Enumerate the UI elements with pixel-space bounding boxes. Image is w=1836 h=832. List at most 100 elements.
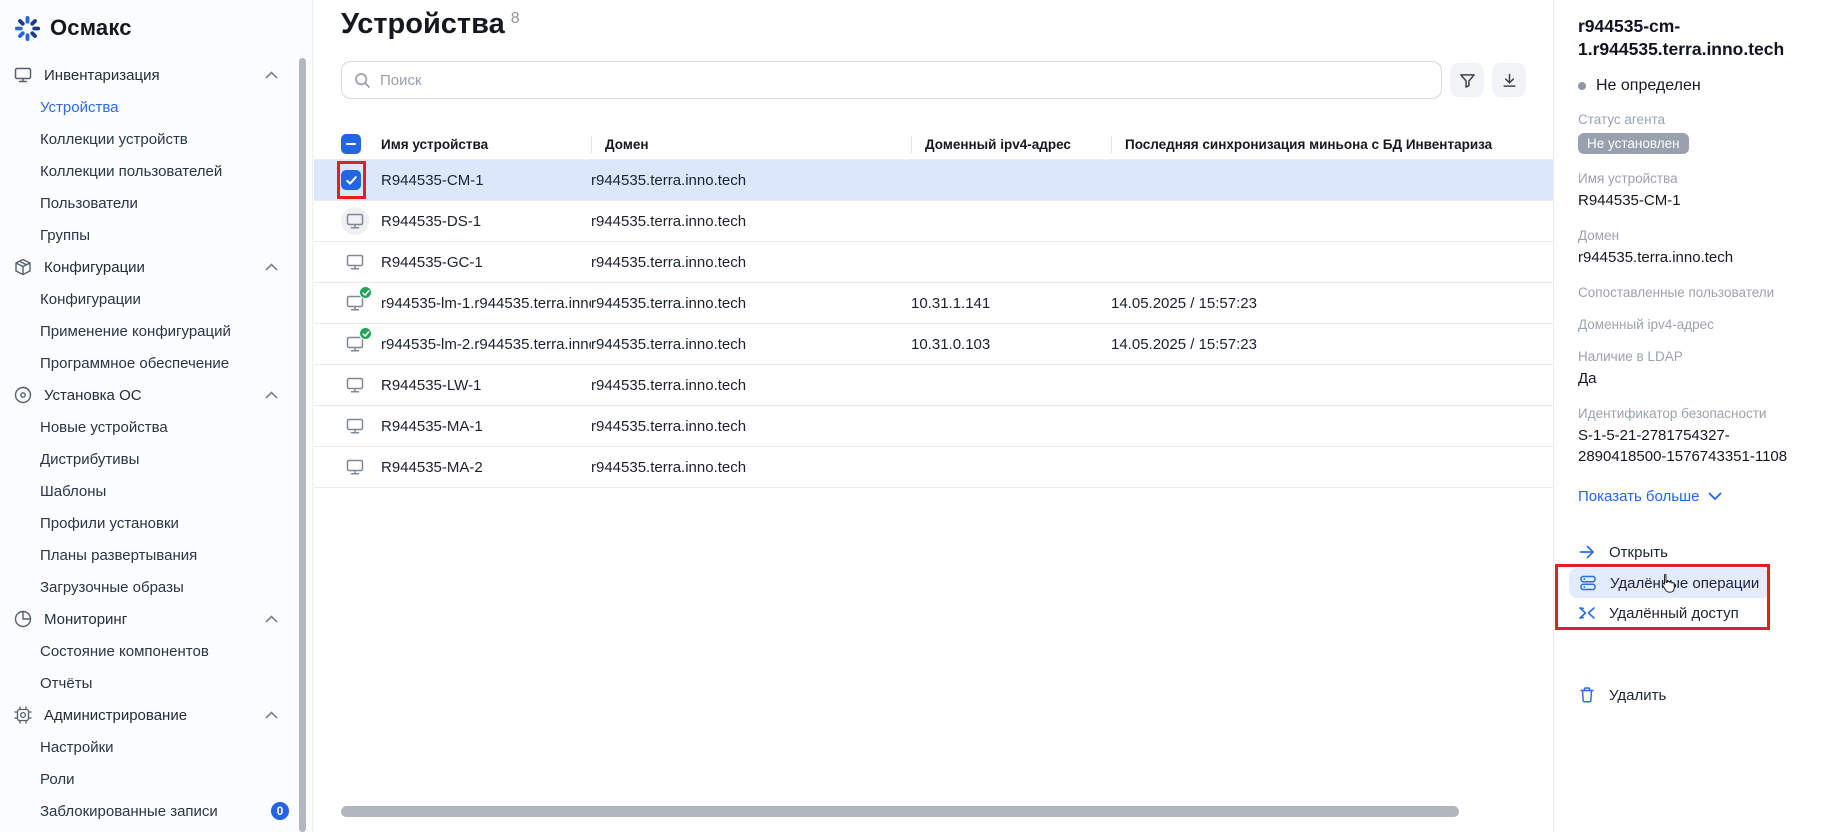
status-text: Не определен	[1596, 77, 1701, 95]
sidebar-item-label: Заблокированные записи	[40, 802, 218, 820]
disc-icon	[13, 385, 33, 405]
sidebar-item[interactable]: Заблокированные записи 0	[0, 795, 312, 827]
app-logo-icon	[14, 15, 41, 41]
sidebar-item[interactable]: Роли	[0, 763, 312, 795]
sidebar-item[interactable]: Применение конфигураций	[0, 315, 312, 347]
cell-device-name: R944535-CM-1	[381, 171, 484, 189]
online-check-icon	[359, 327, 372, 340]
sidebar-item-label: Роли	[40, 770, 75, 788]
package-icon	[13, 257, 33, 277]
chevron-up-icon[interactable]	[265, 391, 278, 399]
sidebar-section-package[interactable]: Конфигурации	[0, 251, 312, 283]
column-header-domain[interactable]: Домен	[591, 135, 911, 153]
sidebar-item-label: Состояние компонентов	[40, 642, 209, 660]
sidebar-item[interactable]: Конфигурации	[0, 283, 312, 315]
cell-device-name: R944535-LW-1	[381, 376, 482, 394]
search-box[interactable]	[341, 61, 1442, 99]
delete-action-label: Удалить	[1609, 686, 1667, 704]
cell-device-name: R944535-MA-1	[381, 417, 483, 435]
cell-sync: 14.05.2025 / 15:57:23	[1111, 294, 1257, 312]
cell-domain: r944535.terra.inno.tech	[591, 335, 747, 353]
sidebar-section-pie-chart[interactable]: Мониторинг	[0, 603, 312, 635]
row-checkbox[interactable]	[341, 170, 361, 190]
cell-domain: r944535.terra.inno.tech	[591, 253, 747, 271]
sidebar-item[interactable]: Коллекции устройств	[0, 123, 312, 155]
delete-action[interactable]: Удалить	[1554, 680, 1836, 710]
toolbar	[341, 61, 1526, 99]
chevron-up-icon[interactable]	[265, 263, 278, 271]
device-monitor-icon	[341, 412, 369, 440]
select-all-checkbox[interactable]	[341, 134, 361, 154]
app-logo: Осмакс	[0, 0, 312, 46]
column-header-ip[interactable]: Доменный ipv4-адрес	[911, 135, 1111, 153]
cell-ip: 10.31.0.103	[911, 335, 991, 353]
agent-status-badge: Не установлен	[1578, 133, 1689, 155]
table-row[interactable]: r944535-lm-1.r944535.terra.inno.tech r94…	[314, 283, 1553, 324]
field-label: Наличие в LDAP	[1578, 349, 1683, 365]
column-header-sync[interactable]: Последняя синхронизация миньона с БД Инв…	[1111, 135, 1553, 153]
online-check-icon	[359, 286, 372, 299]
chevron-up-icon[interactable]	[265, 71, 278, 79]
sidebar-item[interactable]: Дистрибутивы	[0, 443, 312, 475]
table-row[interactable]: R944535-MA-1 r944535.terra.inno.tech	[314, 406, 1553, 447]
table-row[interactable]: R944535-GC-1 r944535.terra.inno.tech	[314, 242, 1553, 283]
sidebar-item[interactable]: Планы развертывания	[0, 539, 312, 571]
sidebar-item-label: Применение конфигураций	[40, 322, 231, 340]
sidebar-item[interactable]: Состояние компонентов	[0, 635, 312, 667]
sidebar-item[interactable]: Отчёты	[0, 667, 312, 699]
sidebar-section-chip[interactable]: Администрирование	[0, 699, 312, 731]
sidebar-section-label: Инвентаризация	[44, 66, 160, 84]
sidebar-item[interactable]: Настройки	[0, 731, 312, 763]
field-value: r944535.terra.inno.tech	[1578, 249, 1734, 267]
sidebar-item-label: Планы развертывания	[40, 546, 198, 564]
sidebar-scrollbar[interactable]	[299, 58, 306, 832]
sidebar-item[interactable]: Устройства	[0, 91, 312, 123]
field-value: S-1-5-21-2781754327-2890418500-157674335…	[1578, 427, 1788, 466]
remote-access-action[interactable]: Удалённый доступ	[1554, 598, 1836, 628]
cell-device-name: R944535-DS-1	[381, 212, 482, 230]
row-icon-cell	[314, 161, 381, 199]
open-action[interactable]: Открыть	[1554, 537, 1836, 567]
sidebar-item[interactable]: Группы	[0, 219, 312, 251]
chevron-up-icon[interactable]	[265, 615, 278, 623]
table-row[interactable]: R944535-CM-1 r944535.terra.inno.tech	[314, 160, 1553, 201]
sidebar-item[interactable]: Шаблоны	[0, 475, 312, 507]
show-more-link[interactable]: Показать больше	[1578, 488, 1812, 505]
column-header-name[interactable]: Имя устройства	[381, 137, 591, 152]
sidebar-item[interactable]: Коллекции пользователей	[0, 155, 312, 187]
sidebar-item[interactable]: Новые устройства	[0, 411, 312, 443]
table-row[interactable]: r944535-lm-2.r944535.terra.inno.tech r94…	[314, 324, 1553, 365]
device-fields: Имя устройства R944535-CM-1 Домен r94453…	[1578, 171, 1812, 467]
row-icon-cell	[314, 248, 381, 276]
export-button[interactable]	[1492, 63, 1526, 97]
table-row[interactable]: R944535-LW-1 r944535.terra.inno.tech	[314, 365, 1553, 406]
sidebar-section-disc[interactable]: Установка ОС	[0, 379, 312, 411]
cell-ip: 10.31.1.141	[911, 294, 991, 312]
search-input[interactable]	[380, 71, 1429, 89]
sidebar: Осмакс Инвентаризация Устройства Коллекц…	[0, 0, 313, 832]
row-icon-cell	[314, 327, 381, 358]
monitor-icon	[13, 65, 33, 85]
sidebar-item-label: Коллекции пользователей	[40, 162, 223, 180]
filter-button[interactable]	[1450, 63, 1484, 97]
device-monitor-icon	[341, 371, 369, 399]
field-value: Да	[1578, 370, 1597, 388]
sidebar-item-label: Отчёты	[40, 674, 93, 692]
sidebar-item[interactable]: Загрузочные образы	[0, 571, 312, 603]
table-row[interactable]: R944535-DS-1 r944535.terra.inno.tech	[314, 201, 1553, 242]
horizontal-scrollbar[interactable]	[341, 806, 1459, 817]
device-field: Домен r944535.terra.inno.tech	[1578, 228, 1812, 268]
chevron-up-icon[interactable]	[265, 711, 278, 719]
cell-sync: 14.05.2025 / 15:57:23	[1111, 335, 1257, 353]
field-label: Домен	[1578, 228, 1620, 244]
sidebar-item[interactable]: Профили установки	[0, 507, 312, 539]
sidebar-item[interactable]: Программное обеспечение	[0, 347, 312, 379]
remote-operations-action[interactable]: Удалённые операции	[1569, 568, 1770, 599]
sidebar-section-monitor[interactable]: Инвентаризация	[0, 59, 312, 91]
field-label: Доменный ipv4-адрес	[1578, 317, 1714, 333]
row-icon-cell	[314, 207, 381, 235]
field-label: Сопоставленные пользователи	[1578, 285, 1775, 301]
sidebar-item[interactable]: Пользователи	[0, 187, 312, 219]
table-row[interactable]: R944535-MA-2 r944535.terra.inno.tech	[314, 447, 1553, 488]
cell-device-name: r944535-lm-2.r944535.terra.inno.tech	[381, 335, 591, 353]
